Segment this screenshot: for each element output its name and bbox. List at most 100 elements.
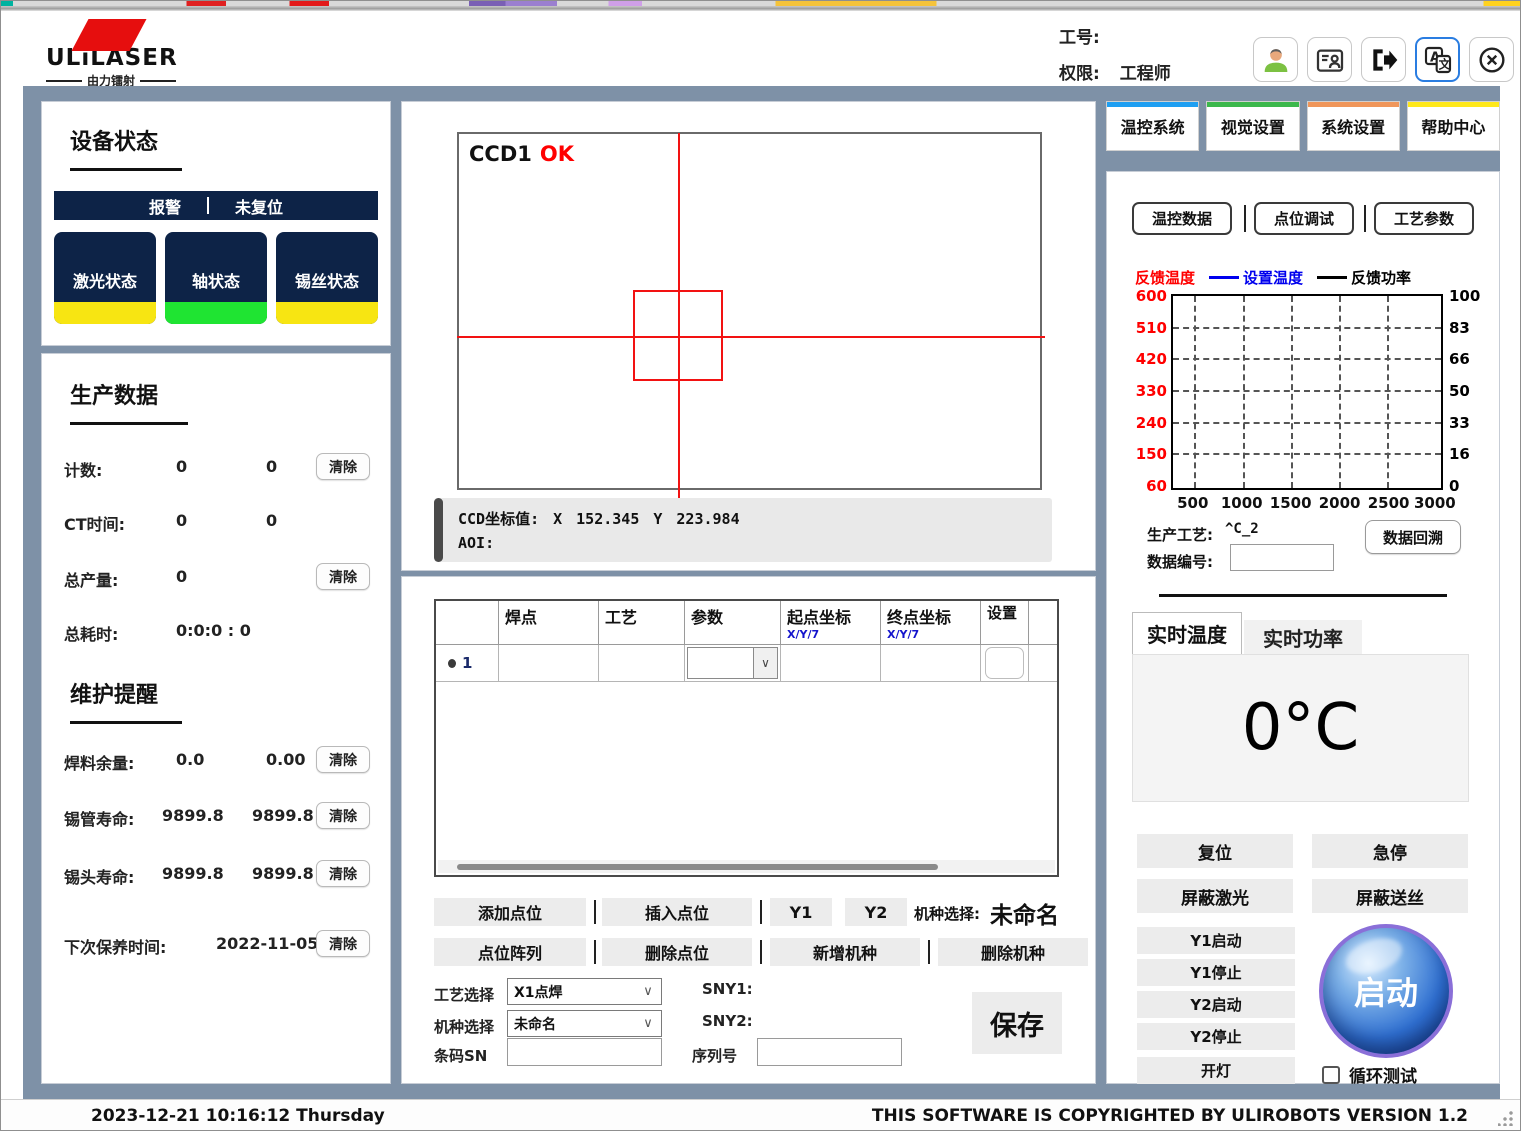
model-select-value: 未命名 (508, 1014, 635, 1034)
tin-head-life-clear-button[interactable]: 清除 (316, 860, 370, 887)
weld-points-table: 焊点 工艺 参数 起点坐标 X/Y/7 终点坐标 X/Y/7 设置 (434, 599, 1059, 877)
y1-button[interactable]: Y1 (770, 898, 832, 926)
point-array-button[interactable]: 点位阵列 (434, 938, 586, 966)
point-debug-button[interactable]: 点位调试 (1254, 202, 1354, 235)
light-on-button[interactable]: 开灯 (1137, 1057, 1295, 1084)
tab-realtime-temperature[interactable]: 实时温度 (1132, 612, 1242, 654)
id-card-icon (1314, 44, 1346, 76)
ccd-y-value: 223.984 (676, 510, 739, 528)
separator (594, 940, 596, 964)
count-value-1: 0 (176, 457, 187, 476)
logout-icon (1368, 44, 1400, 76)
ct-time-label: CT时间: (64, 511, 125, 535)
axis-status-indicator (165, 302, 267, 324)
next-maintenance-clear-button[interactable]: 清除 (316, 930, 370, 957)
table-row[interactable]: 1 ∨ (436, 645, 1057, 682)
resize-grip[interactable] (1498, 1110, 1514, 1126)
header: ULiLASER 由力镭射 工号: 权限: 工程师 (1, 11, 1520, 86)
temperature-control-panel: 温控数据 点位调试 工艺参数 反馈温度 设置温度 反馈功率 600 510 42… (1106, 171, 1500, 1084)
grid-line (1194, 296, 1196, 488)
row-marker-dot (448, 659, 456, 668)
grid-line (1173, 422, 1441, 424)
y2-button[interactable]: Y2 (845, 898, 907, 926)
process-param-button[interactable]: 工艺参数 (1374, 202, 1474, 235)
axis-status-card[interactable]: 轴状态 (165, 232, 267, 324)
tin-tube-life-label: 锡管寿命: (64, 806, 134, 830)
loop-test-label: 循环测试 (1349, 1062, 1417, 1087)
laser-status-card[interactable]: 激光状态 (54, 232, 156, 324)
close-button[interactable] (1469, 37, 1514, 82)
reset-button[interactable]: 复位 (1137, 834, 1293, 868)
start-button[interactable]: 启动 (1319, 924, 1453, 1058)
count-clear-button[interactable]: 清除 (316, 453, 370, 480)
delete-point-button[interactable]: 删除点位 (602, 938, 752, 966)
total-output-clear-button[interactable]: 清除 (316, 563, 370, 590)
y-left-tick: 510 (1136, 319, 1167, 337)
delete-model-button[interactable]: 删除机种 (938, 938, 1088, 966)
grid-line (1291, 296, 1293, 488)
data-number-label: 数据编号: (1147, 551, 1213, 572)
mask-laser-button[interactable]: 屏蔽激光 (1137, 879, 1293, 913)
chevron-down-icon[interactable]: ∨ (753, 648, 777, 678)
new-model-button[interactable]: 新增机种 (770, 938, 920, 966)
wire-status-card[interactable]: 锡丝状态 (276, 232, 378, 324)
legend-feedback-temp: 反馈温度 (1135, 267, 1195, 288)
logout-button[interactable] (1361, 37, 1406, 82)
model-select[interactable]: 未命名 ∨ (507, 1010, 662, 1037)
ccd-camera-view[interactable]: CCD1OK (457, 132, 1042, 490)
x-tick: 1000 (1221, 494, 1263, 512)
row-settings-button[interactable] (985, 647, 1024, 679)
alarm-label: 报警 (149, 194, 181, 218)
mask-wire-feed-button[interactable]: 屏蔽送丝 (1312, 879, 1468, 913)
save-button[interactable]: 保存 (972, 992, 1062, 1054)
ccd-x-value: 152.345 (576, 510, 639, 528)
row-index: 1 (462, 654, 472, 672)
serial-input[interactable] (757, 1038, 902, 1066)
total-output-label: 总产量: (64, 567, 118, 591)
id-card-button[interactable] (1307, 37, 1352, 82)
data-backtrack-button[interactable]: 数据回溯 (1365, 520, 1461, 554)
insert-point-button[interactable]: 插入点位 (602, 898, 752, 926)
crosshair-horizontal-line (457, 336, 1045, 338)
production-title: 生产数据 (70, 378, 390, 410)
y2-start-button[interactable]: Y2启动 (1137, 991, 1295, 1018)
tab-realtime-power[interactable]: 实时功率 (1244, 620, 1362, 654)
barcode-input[interactable] (507, 1038, 662, 1066)
end-coord-cell[interactable] (881, 645, 981, 681)
solder-remain-clear-button[interactable]: 清除 (316, 746, 370, 773)
tab-system-settings[interactable]: 系统设置 (1307, 101, 1400, 151)
tab-temperature-system[interactable]: 温控系统 (1106, 101, 1199, 151)
start-coord-cell[interactable] (781, 645, 881, 681)
barcode-label: 条码SN (434, 1045, 487, 1066)
add-point-button[interactable]: 添加点位 (434, 898, 586, 926)
table-scrollbar-track[interactable] (438, 860, 1055, 873)
y1-start-button[interactable]: Y1启动 (1137, 927, 1295, 954)
tab-help-center[interactable]: 帮助中心 (1407, 101, 1500, 151)
tab-vision-settings[interactable]: 视觉设置 (1206, 101, 1299, 151)
y-left-tick: 150 (1136, 445, 1167, 463)
loop-test-checkbox[interactable] (1322, 1066, 1340, 1084)
language-button[interactable]: A 文 (1415, 37, 1460, 82)
y2-stop-button[interactable]: Y2停止 (1137, 1023, 1295, 1050)
y-left-tick: 330 (1136, 382, 1167, 400)
ccd-camera-title: CCD1OK (469, 142, 574, 166)
tin-head-life-value-1: 9899.8 (162, 864, 224, 883)
process-cell[interactable] (599, 645, 685, 681)
table-scrollbar-thumb[interactable] (457, 864, 938, 870)
tin-tube-life-clear-button[interactable]: 清除 (316, 802, 370, 829)
y1-stop-button[interactable]: Y1停止 (1137, 959, 1295, 986)
weld-point-cell[interactable] (499, 645, 599, 681)
chart-legend: 反馈温度 设置温度 反馈功率 (1135, 267, 1480, 288)
count-row: 计数: 0 0 清除 (56, 457, 376, 483)
data-number-input[interactable] (1230, 544, 1334, 571)
parameter-dropdown[interactable]: ∨ (687, 647, 778, 679)
temp-data-button[interactable]: 温控数据 (1132, 202, 1232, 235)
tin-tube-life-value-2: 9899.8 (252, 806, 314, 825)
realtime-temperature-display: 0°C (1132, 654, 1469, 802)
process-select[interactable]: X1点焊 ∨ (507, 978, 662, 1005)
solder-remain-value-2: 0.00 (266, 750, 305, 769)
user-avatar-button[interactable] (1253, 37, 1298, 82)
status-cards: 激光状态 轴状态 锡丝状态 (54, 232, 378, 324)
col-weld-point: 焊点 (499, 601, 599, 644)
emergency-stop-button[interactable]: 急停 (1312, 834, 1468, 868)
